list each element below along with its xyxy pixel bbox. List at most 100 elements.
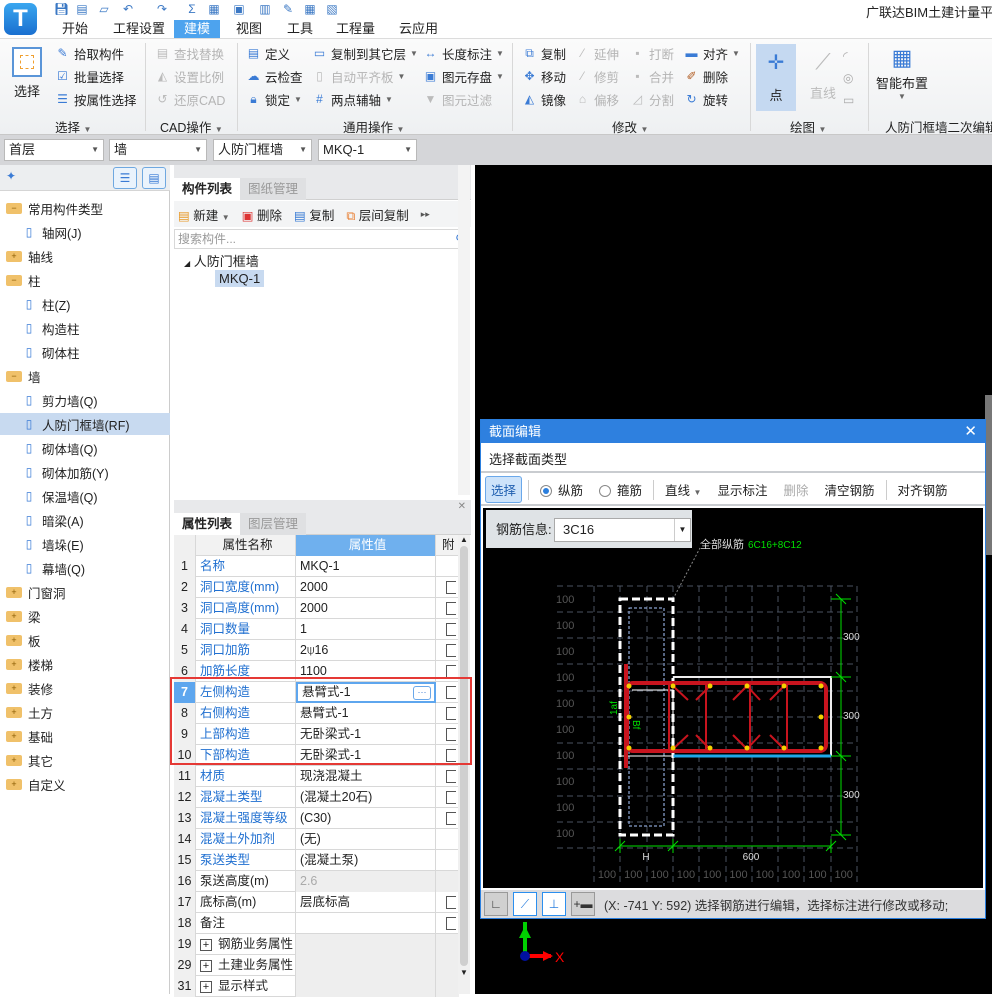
tab-4[interactable]: 工具 bbox=[277, 20, 323, 38]
new-file-icon[interactable]: ▤ bbox=[75, 2, 89, 16]
folder-collapsed-icon[interactable]: + bbox=[6, 610, 22, 622]
tree-item[interactable]: + 门窗洞 bbox=[0, 581, 170, 603]
scroll-up-icon[interactable]: ▲ bbox=[458, 535, 470, 544]
line-draw-button[interactable]: ⟋ 直线 bbox=[806, 49, 840, 102]
point-draw-button[interactable]: ✛ 点 bbox=[756, 44, 796, 111]
group-cad[interactable]: CAD操作 ▼ bbox=[160, 117, 223, 136]
smart-layout-button[interactable]: ▦ 智能布置 ▼ bbox=[876, 45, 928, 101]
delete-component-button[interactable]: ▣ 删除 bbox=[242, 205, 282, 224]
expand-all-icon[interactable]: ✦ bbox=[6, 169, 16, 183]
tree-item[interactable]: ▯ 砌体墙(Q) bbox=[0, 437, 170, 459]
trim-button[interactable]: ⁄ 修剪 bbox=[575, 68, 619, 85]
tree-item[interactable]: + 楼梯 bbox=[0, 653, 170, 675]
property-value[interactable]: 2000 bbox=[296, 598, 436, 619]
tab-layer-management[interactable]: 图层管理 bbox=[240, 513, 307, 535]
sum-icon[interactable]: Σ bbox=[185, 2, 199, 16]
set-scale-button[interactable]: ◭ 设置比例 bbox=[155, 68, 225, 85]
property-value[interactable] bbox=[296, 934, 436, 955]
property-value[interactable]: (C30) bbox=[296, 808, 436, 829]
property-row[interactable]: 1 名称 MKQ-1 bbox=[174, 556, 459, 577]
element-save-button[interactable]: ▣ 图元存盘 ▼ bbox=[423, 68, 504, 85]
tab-1[interactable]: 工程设置 bbox=[103, 20, 175, 38]
calc-icon[interactable]: ▥ bbox=[258, 2, 272, 16]
auto-align-slab-button[interactable]: ▯ 自动平齐板 ▼ bbox=[312, 68, 418, 85]
tab-component-list[interactable]: 构件列表 bbox=[174, 178, 241, 200]
property-value[interactable]: 1 bbox=[296, 619, 436, 640]
tree-item[interactable]: − 柱 bbox=[0, 269, 170, 291]
property-row[interactable]: 3 洞口高度(mm) 2000 bbox=[174, 598, 459, 619]
break-button[interactable]: ▪ 打断 bbox=[630, 45, 674, 62]
tree-item[interactable]: ▯ 砌体柱 bbox=[0, 341, 170, 363]
tree-item[interactable]: ▯ 柱(Z) bbox=[0, 293, 170, 315]
delete-button[interactable]: ✐ 删除 bbox=[684, 68, 740, 85]
tab-drawing-management[interactable]: 图纸管理 bbox=[240, 178, 307, 200]
ortho-button[interactable]: ∟ bbox=[484, 892, 508, 916]
window-view-button[interactable]: ▤ bbox=[142, 167, 166, 189]
find-replace-button[interactable]: ▤ 查找替换 bbox=[155, 45, 225, 62]
collapse-triangle-icon[interactable]: ◢ bbox=[184, 259, 190, 268]
copy-between-floors-button[interactable]: ⧉ 层间复制 bbox=[346, 205, 408, 224]
tab-3[interactable]: 视图 bbox=[226, 20, 272, 38]
property-row[interactable]: 29 + 土建业务属性 bbox=[174, 955, 459, 976]
folder-collapsed-icon[interactable]: + bbox=[6, 250, 22, 262]
tab-2[interactable]: 建模 bbox=[174, 20, 221, 38]
property-row[interactable]: 19 + 钢筋业务属性 bbox=[174, 934, 459, 955]
property-value[interactable]: (无) bbox=[296, 829, 436, 850]
property-value[interactable] bbox=[296, 955, 436, 976]
property-row[interactable]: 16 泵送高度(m) 2.6 bbox=[174, 871, 459, 892]
attach-checkbox[interactable] bbox=[436, 598, 459, 619]
tree-item[interactable]: + 基础 bbox=[0, 725, 170, 747]
clear-rebar-button[interactable]: 清空钢筋 bbox=[820, 477, 880, 502]
group-draw[interactable]: 绘图 ▼ bbox=[790, 117, 826, 136]
tree-item[interactable]: ▯ 幕墙(Q) bbox=[0, 557, 170, 579]
cloud-check-button[interactable]: ☁ 云检查 bbox=[246, 68, 303, 85]
expand-plus-icon[interactable]: + bbox=[200, 939, 212, 951]
save-icon[interactable]: 💾︎ bbox=[54, 2, 69, 16]
property-row[interactable]: 2 洞口宽度(mm) 2000 bbox=[174, 577, 459, 598]
type-select[interactable]: 人防门框墙 ▼ bbox=[213, 139, 312, 161]
property-row[interactable]: 17 底标高(m) 层底标高 bbox=[174, 892, 459, 913]
offset-button[interactable]: ⌂ 偏移 bbox=[575, 91, 619, 108]
select-tool-button[interactable]: 选择 bbox=[485, 476, 523, 503]
component-item-mkq-1[interactable]: MKQ-1 bbox=[215, 270, 265, 287]
tab-0[interactable]: 开始 bbox=[52, 20, 98, 38]
pick-component-button[interactable]: ✎ 拾取构件 bbox=[55, 45, 137, 62]
tree-group[interactable]: ◢ 人防门框墙 bbox=[184, 251, 259, 270]
tab-6[interactable]: 云应用 bbox=[389, 20, 448, 38]
component-select[interactable]: MKQ-1 ▼ bbox=[318, 139, 417, 161]
chevron-down-icon[interactable]: ▼ bbox=[674, 519, 690, 541]
mirror-button[interactable]: ◭ 镜像 bbox=[522, 91, 566, 108]
pen-icon[interactable]: ✎ bbox=[281, 2, 295, 16]
folder-open-icon[interactable]: − bbox=[6, 202, 22, 214]
show-dimension-button[interactable]: 显示标注 bbox=[712, 477, 772, 502]
tree-item[interactable]: − 墙 bbox=[0, 365, 170, 387]
grid-icon[interactable]: ▦ bbox=[303, 2, 317, 16]
dimension-toggle-button[interactable]: +▬ bbox=[571, 892, 595, 916]
tree-item[interactable]: ▯ 剪力墙(Q) bbox=[0, 389, 170, 411]
expand-plus-icon[interactable]: + bbox=[200, 960, 212, 972]
tree-item[interactable]: ▯ 构造柱 bbox=[0, 317, 170, 339]
property-row[interactable]: 11 材质 现浇混凝土 bbox=[174, 766, 459, 787]
folder-open-icon[interactable]: − bbox=[6, 274, 22, 286]
tree-item[interactable]: + 梁 bbox=[0, 605, 170, 627]
undo-icon[interactable]: ↶ bbox=[121, 2, 135, 16]
attach-checkbox[interactable] bbox=[436, 892, 459, 913]
folder-collapsed-icon[interactable]: + bbox=[6, 682, 22, 694]
tree-item[interactable]: ▯ 保温墙(Q) bbox=[0, 485, 170, 507]
align-button[interactable]: ▬ 对齐 ▼ bbox=[684, 45, 740, 62]
arc-tools[interactable]: ◜ ◎ ▭ bbox=[843, 45, 854, 111]
property-row[interactable]: 5 洞口加筋 2⍦16 bbox=[174, 640, 459, 661]
list-view-button[interactable]: ☰ bbox=[113, 167, 137, 189]
arc-icon[interactable]: ◜ bbox=[843, 45, 854, 67]
batch-select-button[interactable]: ☑ 批量选择 bbox=[55, 68, 137, 85]
folder-collapsed-icon[interactable]: + bbox=[6, 778, 22, 790]
property-value[interactable]: (混凝土20石) bbox=[296, 787, 436, 808]
property-row[interactable]: 13 混凝土强度等级 (C30) bbox=[174, 808, 459, 829]
tree-item[interactable]: + 轴线 bbox=[0, 245, 170, 267]
property-value[interactable]: 现浇混凝土 bbox=[296, 766, 436, 787]
search-report-icon[interactable]: ▣ bbox=[232, 2, 246, 16]
tree-item[interactable]: − 常用构件类型 bbox=[0, 197, 170, 219]
tree-item[interactable]: ▯ 人防门框墙(RF) bbox=[0, 413, 170, 435]
attach-checkbox[interactable] bbox=[436, 619, 459, 640]
new-button[interactable]: ▤ 新建 ▼ bbox=[178, 205, 230, 224]
